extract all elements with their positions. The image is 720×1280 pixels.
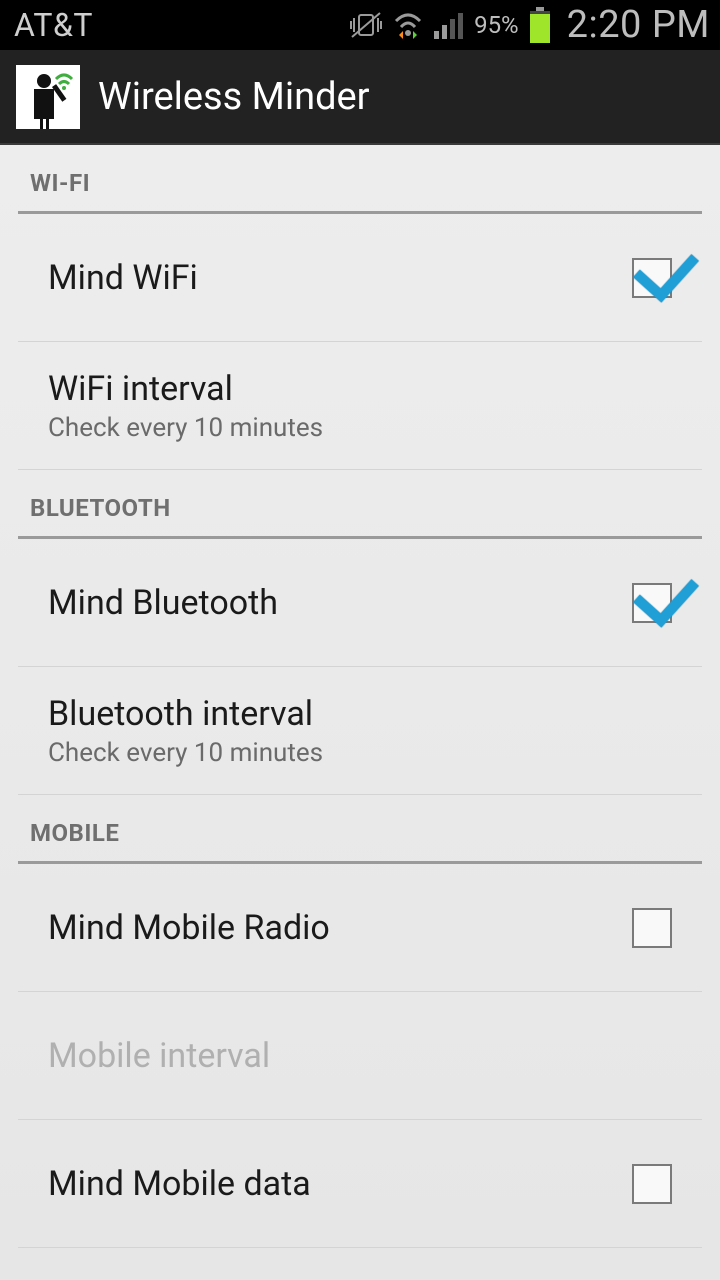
- pref-title: Mobile interval: [48, 1036, 672, 1076]
- status-icons: 95% 2:20 PM: [350, 3, 710, 47]
- checkbox-mind-mobile-data[interactable]: [632, 1164, 672, 1204]
- pref-mind-mobile-data[interactable]: Mind Mobile data: [18, 1120, 702, 1248]
- pref-mind-bluetooth[interactable]: Mind Bluetooth: [18, 539, 702, 667]
- section-header-wifi: WI-FI: [0, 145, 720, 205]
- pref-summary: Check every 10 minutes: [48, 738, 672, 768]
- pref-title: Mind WiFi: [48, 258, 632, 298]
- pref-title: Bluetooth interval: [48, 694, 672, 734]
- pref-mind-mobile-radio[interactable]: Mind Mobile Radio: [18, 864, 702, 992]
- pref-title: WiFi interval: [48, 369, 672, 409]
- pref-bluetooth-interval[interactable]: Bluetooth interval Check every 10 minute…: [18, 667, 702, 795]
- checkbox-mind-mobile-radio[interactable]: [632, 908, 672, 948]
- checkbox-mind-bluetooth[interactable]: [632, 583, 672, 623]
- pref-mobile-interval: Mobile interval: [18, 992, 702, 1120]
- pref-title: Mind Mobile Radio: [48, 908, 632, 948]
- wifi-icon: [392, 11, 424, 39]
- settings-list: WI-FI Mind WiFi WiFi interval Check ever…: [0, 145, 720, 1248]
- status-bar: AT&T 95% 2:20 PM: [0, 0, 720, 50]
- section-header-bluetooth: BLUETOOTH: [0, 470, 720, 530]
- battery-icon: [529, 7, 551, 43]
- section-header-mobile: MOBILE: [0, 795, 720, 855]
- vibrate-icon: [350, 11, 382, 39]
- pref-mind-wifi[interactable]: Mind WiFi: [18, 214, 702, 342]
- pref-title: Mind Mobile data: [48, 1164, 632, 1204]
- clock: 2:20 PM: [567, 3, 710, 47]
- battery-percent: 95%: [474, 11, 519, 39]
- app-icon: [16, 65, 80, 129]
- signal-icon: [434, 11, 464, 39]
- app-title: Wireless Minder: [98, 75, 370, 119]
- checkbox-mind-wifi[interactable]: [632, 258, 672, 298]
- carrier-label: AT&T: [14, 6, 93, 44]
- pref-wifi-interval[interactable]: WiFi interval Check every 10 minutes: [18, 342, 702, 470]
- pref-summary: Check every 10 minutes: [48, 413, 672, 443]
- pref-title: Mind Bluetooth: [48, 583, 632, 623]
- action-bar: Wireless Minder: [0, 50, 720, 145]
